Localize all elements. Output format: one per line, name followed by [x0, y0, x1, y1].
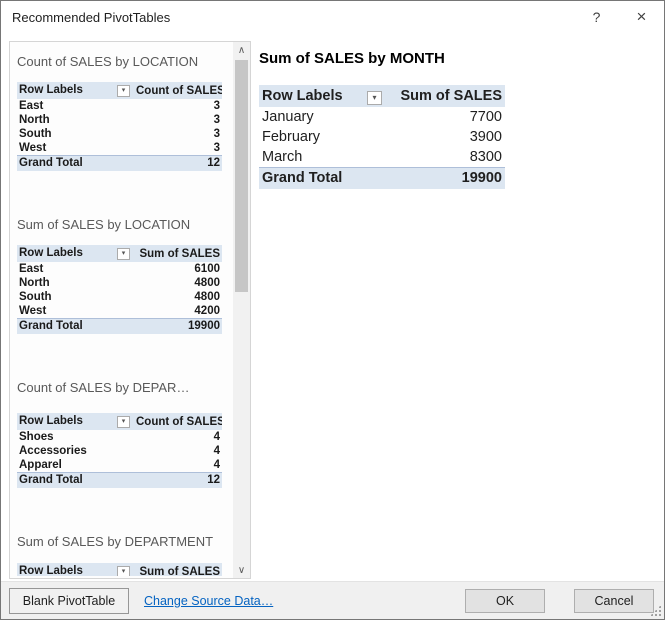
row-value: 3 [134, 113, 222, 127]
row-value: 7700 [387, 107, 505, 127]
row-value: 4 [134, 458, 222, 472]
values-header: Sum of SALES [134, 245, 222, 262]
values-header: Sum of SALES [387, 85, 505, 107]
table-row: North4800 [17, 276, 222, 290]
row-labels-header: ▾Row Labels [17, 563, 134, 576]
clipped-table-wrapper: ▾Row Labels Sum of SALES [17, 563, 233, 576]
row-value: 4 [134, 430, 222, 444]
row-label: North [17, 113, 134, 127]
row-label: March [259, 147, 387, 167]
table-row: Accessories4 [17, 444, 222, 458]
scroll-down-button[interactable]: ∨ [233, 562, 250, 578]
table-row: North3 [17, 113, 222, 127]
pivot-preview-table: ▾Row Labels Sum of SALES [17, 563, 222, 576]
row-labels-header: ▾Row Labels [259, 85, 387, 107]
grand-total-row: Grand Total19900 [17, 318, 222, 334]
grand-total-row: Grand Total12 [17, 155, 222, 171]
values-header: Count of SALES [134, 82, 222, 99]
preview-title: Sum of SALES by LOCATION [17, 217, 233, 232]
pivot-preview-card-sum-by-department[interactable]: Sum of SALES by DEPARTMENT ▾Row Labels S… [17, 534, 233, 576]
row-label: West [17, 304, 134, 318]
scroll-up-icon: ∧ [238, 45, 245, 56]
row-labels-header: ▾Row Labels [17, 82, 134, 99]
row-label: January [259, 107, 387, 127]
row-value: 4800 [134, 290, 222, 304]
row-label: North [17, 276, 134, 290]
title-bar: Recommended PivotTables ? × [1, 1, 664, 33]
filter-dropdown-icon: ▾ [117, 85, 130, 97]
dialog-title: Recommended PivotTables [1, 10, 574, 25]
scroll-up-button[interactable]: ∧ [233, 42, 250, 58]
grand-total-row: Grand Total19900 [259, 167, 505, 189]
cancel-button[interactable]: Cancel [574, 589, 654, 613]
row-label: East [17, 99, 134, 113]
preview-title: Count of SALES by DEPAR… [17, 380, 233, 395]
main-preview-table: ▾Row Labels Sum of SALES January7700 Feb… [259, 85, 505, 189]
row-value: 4 [134, 444, 222, 458]
filter-dropdown-icon: ▾ [117, 566, 130, 576]
row-value: 3900 [387, 127, 505, 147]
table-row: Apparel4 [17, 458, 222, 472]
pivot-preview-table: ▾Row Labels Sum of SALES East6100 North4… [17, 245, 222, 334]
table-row: East6100 [17, 262, 222, 276]
grand-total-row: Grand Total12 [17, 472, 222, 488]
table-row: East3 [17, 99, 222, 113]
pivot-preview-table: ▾Row Labels Count of SALES Shoes4 Access… [17, 413, 222, 488]
close-button[interactable]: × [619, 1, 664, 33]
recommended-list: Count of SALES by LOCATION ▾Row Labels C… [10, 42, 233, 578]
table-row: Shoes4 [17, 430, 222, 444]
table-row: West4200 [17, 304, 222, 318]
ok-button[interactable]: OK [465, 589, 545, 613]
row-label: Apparel [17, 458, 134, 472]
help-button[interactable]: ? [574, 1, 619, 33]
row-value: 8300 [387, 147, 505, 167]
scroll-thumb[interactable] [235, 60, 248, 292]
row-label: Shoes [17, 430, 134, 444]
table-row: South4800 [17, 290, 222, 304]
row-label: East [17, 262, 134, 276]
table-row: March8300 [259, 147, 505, 167]
help-icon: ? [593, 9, 601, 25]
table-row: January7700 [259, 107, 505, 127]
row-label: February [259, 127, 387, 147]
close-icon: × [637, 7, 647, 27]
table-row: February3900 [259, 127, 505, 147]
recommended-list-panel: Count of SALES by LOCATION ▾Row Labels C… [9, 41, 251, 579]
footer-bar: Blank PivotTable Change Source Data… OK … [1, 581, 664, 619]
table-row: South3 [17, 127, 222, 141]
scroll-down-icon: ∨ [238, 565, 245, 576]
row-label: South [17, 127, 134, 141]
row-value: 3 [134, 141, 222, 155]
row-value: 3 [134, 127, 222, 141]
row-label: West [17, 141, 134, 155]
pivot-preview-card-sum-by-location[interactable]: Sum of SALES by LOCATION ▾Row Labels Sum… [17, 217, 233, 334]
pivot-preview-card-count-by-department[interactable]: Count of SALES by DEPAR… ▾Row Labels Cou… [17, 380, 233, 488]
row-value: 3 [134, 99, 222, 113]
row-value: 6100 [134, 262, 222, 276]
row-value: 4200 [134, 304, 222, 318]
pivot-preview-table: ▾Row Labels Count of SALES East3 North3 … [17, 82, 222, 171]
preview-title: Count of SALES by LOCATION [17, 54, 233, 69]
row-labels-header: ▾Row Labels [17, 413, 134, 430]
pivot-preview-card-count-by-location[interactable]: Count of SALES by LOCATION ▾Row Labels C… [17, 54, 233, 171]
filter-dropdown-icon: ▾ [117, 248, 130, 260]
filter-dropdown-icon: ▾ [367, 91, 382, 105]
recommended-pivottables-dialog: Recommended PivotTables ? × Count of SAL… [0, 0, 665, 620]
table-row: West3 [17, 141, 222, 155]
row-label: Accessories [17, 444, 134, 458]
filter-dropdown-icon: ▾ [117, 416, 130, 428]
values-header: Count of SALES [134, 413, 222, 430]
scrollbar[interactable]: ∧ ∨ [233, 42, 250, 578]
preview-title: Sum of SALES by DEPARTMENT [17, 534, 233, 549]
main-preview-title: Sum of SALES by MONTH [259, 49, 656, 69]
row-value: 4800 [134, 276, 222, 290]
main-preview: Sum of SALES by MONTH ▾Row Labels Sum of… [259, 41, 656, 577]
row-label: South [17, 290, 134, 304]
change-source-data-link[interactable]: Change Source Data… [144, 594, 273, 608]
row-labels-header: ▾Row Labels [17, 245, 134, 262]
values-header: Sum of SALES [134, 563, 222, 576]
blank-pivottable-button[interactable]: Blank PivotTable [9, 588, 129, 614]
